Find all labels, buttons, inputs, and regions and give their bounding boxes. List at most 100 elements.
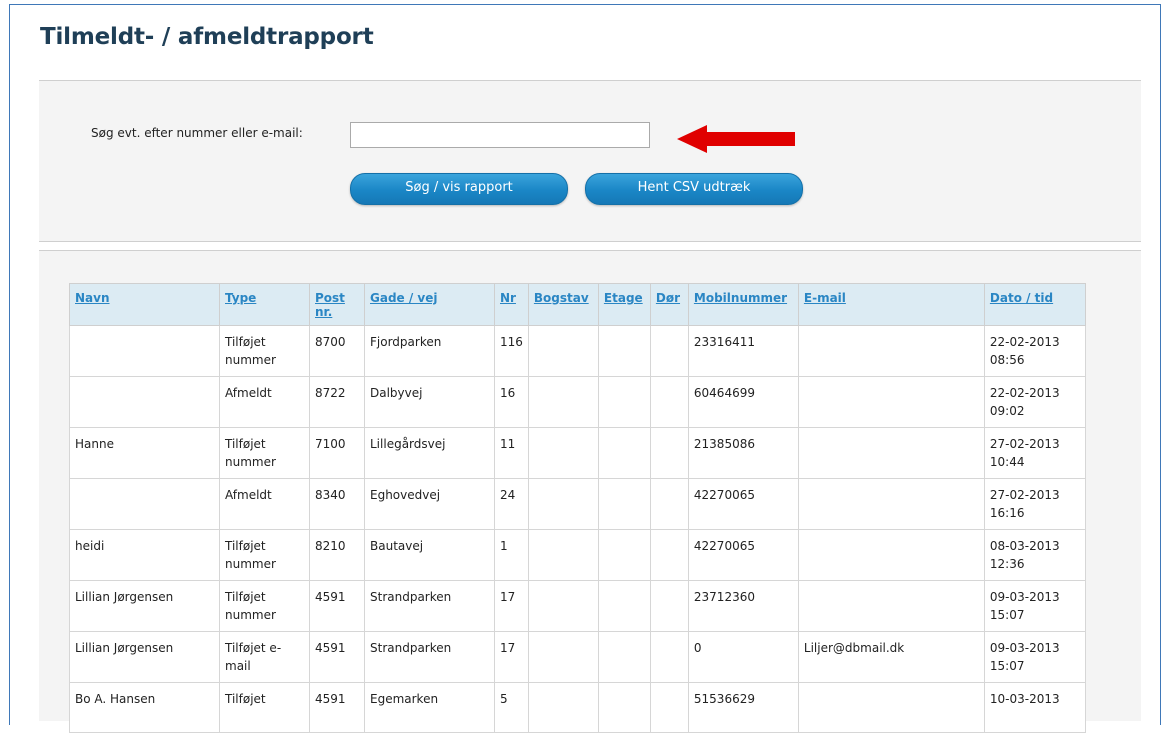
- cell-email: [797, 427, 985, 479]
- column-header-navn[interactable]: Navn: [69, 283, 220, 326]
- column-header-postnr[interactable]: Post nr.: [309, 283, 365, 326]
- cell-gade: Eghovedvej: [364, 478, 495, 530]
- column-header-bogstav[interactable]: Bogstav: [527, 283, 599, 326]
- page-title: Tilmeldt- / afmeldtrapport: [40, 24, 374, 50]
- table-row: Afmeldt 8722 Dalbyvej 16 60464699 22-02-…: [69, 376, 1086, 428]
- cell-etage: [597, 529, 651, 581]
- cell-bogstav: [527, 376, 599, 428]
- cell-nr: 16: [494, 376, 529, 428]
- column-header-type[interactable]: Type: [219, 283, 310, 326]
- search-report-button[interactable]: Søg / vis rapport: [350, 173, 568, 205]
- cell-nr: 5: [494, 682, 529, 733]
- table-row: Bo A. Hansen Tilføjet 4591 Egemarken 5 5…: [69, 682, 1086, 733]
- cell-dato: 27-02-2013 16:16: [983, 478, 1086, 530]
- cell-dor: [649, 325, 689, 377]
- cell-bogstav: [527, 580, 599, 632]
- table-row: heidi Tilføjet nummer 8210 Bautavej 1 42…: [69, 529, 1086, 581]
- search-panel: Søg evt. efter nummer eller e-mail: Søg …: [39, 80, 1141, 242]
- cell-postnr: 7100: [309, 427, 365, 479]
- cell-postnr: 4591: [309, 682, 365, 733]
- cell-bogstav: [527, 529, 599, 581]
- cell-dor: [649, 427, 689, 479]
- search-label: Søg evt. efter nummer eller e-mail:: [91, 126, 303, 140]
- cell-gade: Strandparken: [364, 580, 495, 632]
- red-arrow-left-icon: [677, 125, 795, 153]
- column-header-etage[interactable]: Etage: [597, 283, 651, 326]
- table-row: Hanne Tilføjet nummer 7100 Lillegårdsvej…: [69, 427, 1086, 479]
- column-header-dor[interactable]: Dør: [649, 283, 689, 326]
- cell-navn: Hanne: [69, 427, 220, 479]
- cell-dato: 22-02-2013 09:02: [983, 376, 1086, 428]
- cell-type: Afmeldt: [219, 478, 310, 530]
- cell-nr: 11: [494, 427, 529, 479]
- cell-dato: 08-03-2013 12:36: [983, 529, 1086, 581]
- cell-etage: [597, 427, 651, 479]
- cell-nr: 1: [494, 529, 529, 581]
- cell-mobilnummer: 23712360: [687, 580, 799, 632]
- cell-email: [797, 529, 985, 581]
- cell-dor: [649, 682, 689, 733]
- cell-mobilnummer: 23316411: [687, 325, 799, 377]
- cell-dor: [649, 478, 689, 530]
- cell-mobilnummer: 0: [687, 631, 799, 683]
- column-header-mobilnummer[interactable]: Mobilnummer: [687, 283, 799, 326]
- cell-mobilnummer: 60464699: [687, 376, 799, 428]
- cell-gade: Fjordparken: [364, 325, 495, 377]
- cell-bogstav: [527, 325, 599, 377]
- cell-postnr: 8700: [309, 325, 365, 377]
- cell-navn: [69, 478, 220, 530]
- cell-type: Tilføjet nummer: [219, 325, 310, 377]
- cell-type: Tilføjet e-mail: [219, 631, 310, 683]
- cell-dor: [649, 376, 689, 428]
- cell-nr: 116: [494, 325, 529, 377]
- cell-dato: 27-02-2013 10:44: [983, 427, 1086, 479]
- cell-postnr: 4591: [309, 631, 365, 683]
- cell-dato: 10-03-2013: [983, 682, 1086, 733]
- cell-gade: Strandparken: [364, 631, 495, 683]
- report-panel: Navn Type Post nr. Gade / vej Nr Bogstav…: [39, 250, 1141, 733]
- cell-dor: [649, 580, 689, 632]
- cell-etage: [597, 376, 651, 428]
- cell-email: [797, 580, 985, 632]
- cell-type: Afmeldt: [219, 376, 310, 428]
- cell-navn: [69, 325, 220, 377]
- cell-etage: [597, 478, 651, 530]
- cell-bogstav: [527, 682, 599, 733]
- cell-nr: 24: [494, 478, 529, 530]
- table-row: Tilføjet nummer 8700 Fjordparken 116 233…: [69, 325, 1086, 377]
- cell-postnr: 8722: [309, 376, 365, 428]
- csv-export-button[interactable]: Hent CSV udtræk: [585, 173, 803, 205]
- cell-email: [797, 478, 985, 530]
- cell-email: [797, 376, 985, 428]
- cell-dato: 22-02-2013 08:56: [983, 325, 1086, 377]
- cell-etage: [597, 325, 651, 377]
- column-header-email[interactable]: E-mail: [797, 283, 985, 326]
- table-row: Lillian Jørgensen Tilføjet nummer 4591 S…: [69, 580, 1086, 632]
- cell-navn: heidi: [69, 529, 220, 581]
- cell-email: [797, 325, 985, 377]
- cell-gade: Egemarken: [364, 682, 495, 733]
- search-input[interactable]: [350, 122, 650, 148]
- table-row: Afmeldt 8340 Eghovedvej 24 42270065 27-0…: [69, 478, 1086, 530]
- cell-type: Tilføjet nummer: [219, 529, 310, 581]
- cell-nr: 17: [494, 631, 529, 683]
- cell-postnr: 8210: [309, 529, 365, 581]
- cell-dato: 09-03-2013 15:07: [983, 631, 1086, 683]
- cell-gade: Bautavej: [364, 529, 495, 581]
- table-header-row: Navn Type Post nr. Gade / vej Nr Bogstav…: [69, 283, 1086, 326]
- cell-mobilnummer: 42270065: [687, 478, 799, 530]
- cell-bogstav: [527, 427, 599, 479]
- cell-gade: Dalbyvej: [364, 376, 495, 428]
- column-header-dato[interactable]: Dato / tid: [983, 283, 1086, 326]
- column-header-nr[interactable]: Nr: [494, 283, 529, 326]
- cell-dato: 09-03-2013 15:07: [983, 580, 1086, 632]
- column-header-gade[interactable]: Gade / vej: [364, 283, 495, 326]
- cell-type: Tilføjet nummer: [219, 427, 310, 479]
- cell-navn: Lillian Jørgensen: [69, 580, 220, 632]
- cell-etage: [597, 682, 651, 733]
- cell-email: Liljer@dbmail.dk: [797, 631, 985, 683]
- cell-type: Tilføjet: [219, 682, 310, 733]
- cell-etage: [597, 580, 651, 632]
- cell-nr: 17: [494, 580, 529, 632]
- cell-mobilnummer: 42270065: [687, 529, 799, 581]
